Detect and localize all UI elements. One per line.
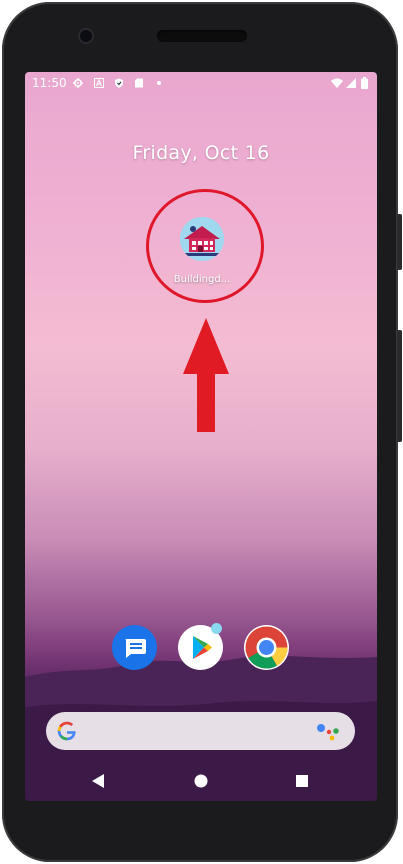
google-assistant-icon[interactable]: [316, 721, 340, 741]
status-bar: 11:50: [25, 72, 377, 94]
highlight-circle: [146, 189, 264, 303]
up-arrow-icon: [183, 318, 229, 432]
play-store-icon[interactable]: [178, 623, 223, 670]
signal-icon: [346, 78, 356, 88]
messages-icon[interactable]: [112, 625, 157, 670]
google-search-bar[interactable]: [46, 712, 355, 750]
speaker-grille: [157, 30, 247, 42]
navigation-bar: [25, 762, 377, 801]
shield-icon: [115, 78, 123, 88]
recents-icon[interactable]: [291, 770, 313, 792]
date-widget[interactable]: Friday, Oct 16: [25, 142, 377, 164]
chrome-icon[interactable]: [244, 625, 289, 670]
dot-icon: [157, 81, 161, 85]
power-button: [397, 214, 402, 270]
status-time: 11:50: [32, 76, 67, 90]
sd-card-icon: [135, 78, 143, 88]
notification-dot: [211, 623, 222, 634]
back-icon[interactable]: [87, 770, 109, 792]
phone-frame: 11:50 Friday, Oct 16 Buildingd...: [2, 2, 398, 862]
battery-icon: [361, 77, 368, 89]
settings-icon: [73, 78, 83, 88]
volume-button: [397, 330, 402, 442]
wifi-icon: [331, 78, 343, 88]
home-icon[interactable]: [190, 770, 212, 792]
home-screen: 11:50 Friday, Oct 16 Buildingd...: [25, 72, 377, 801]
a-icon: [94, 78, 104, 88]
google-g-icon: [57, 721, 76, 741]
front-camera: [80, 30, 92, 42]
